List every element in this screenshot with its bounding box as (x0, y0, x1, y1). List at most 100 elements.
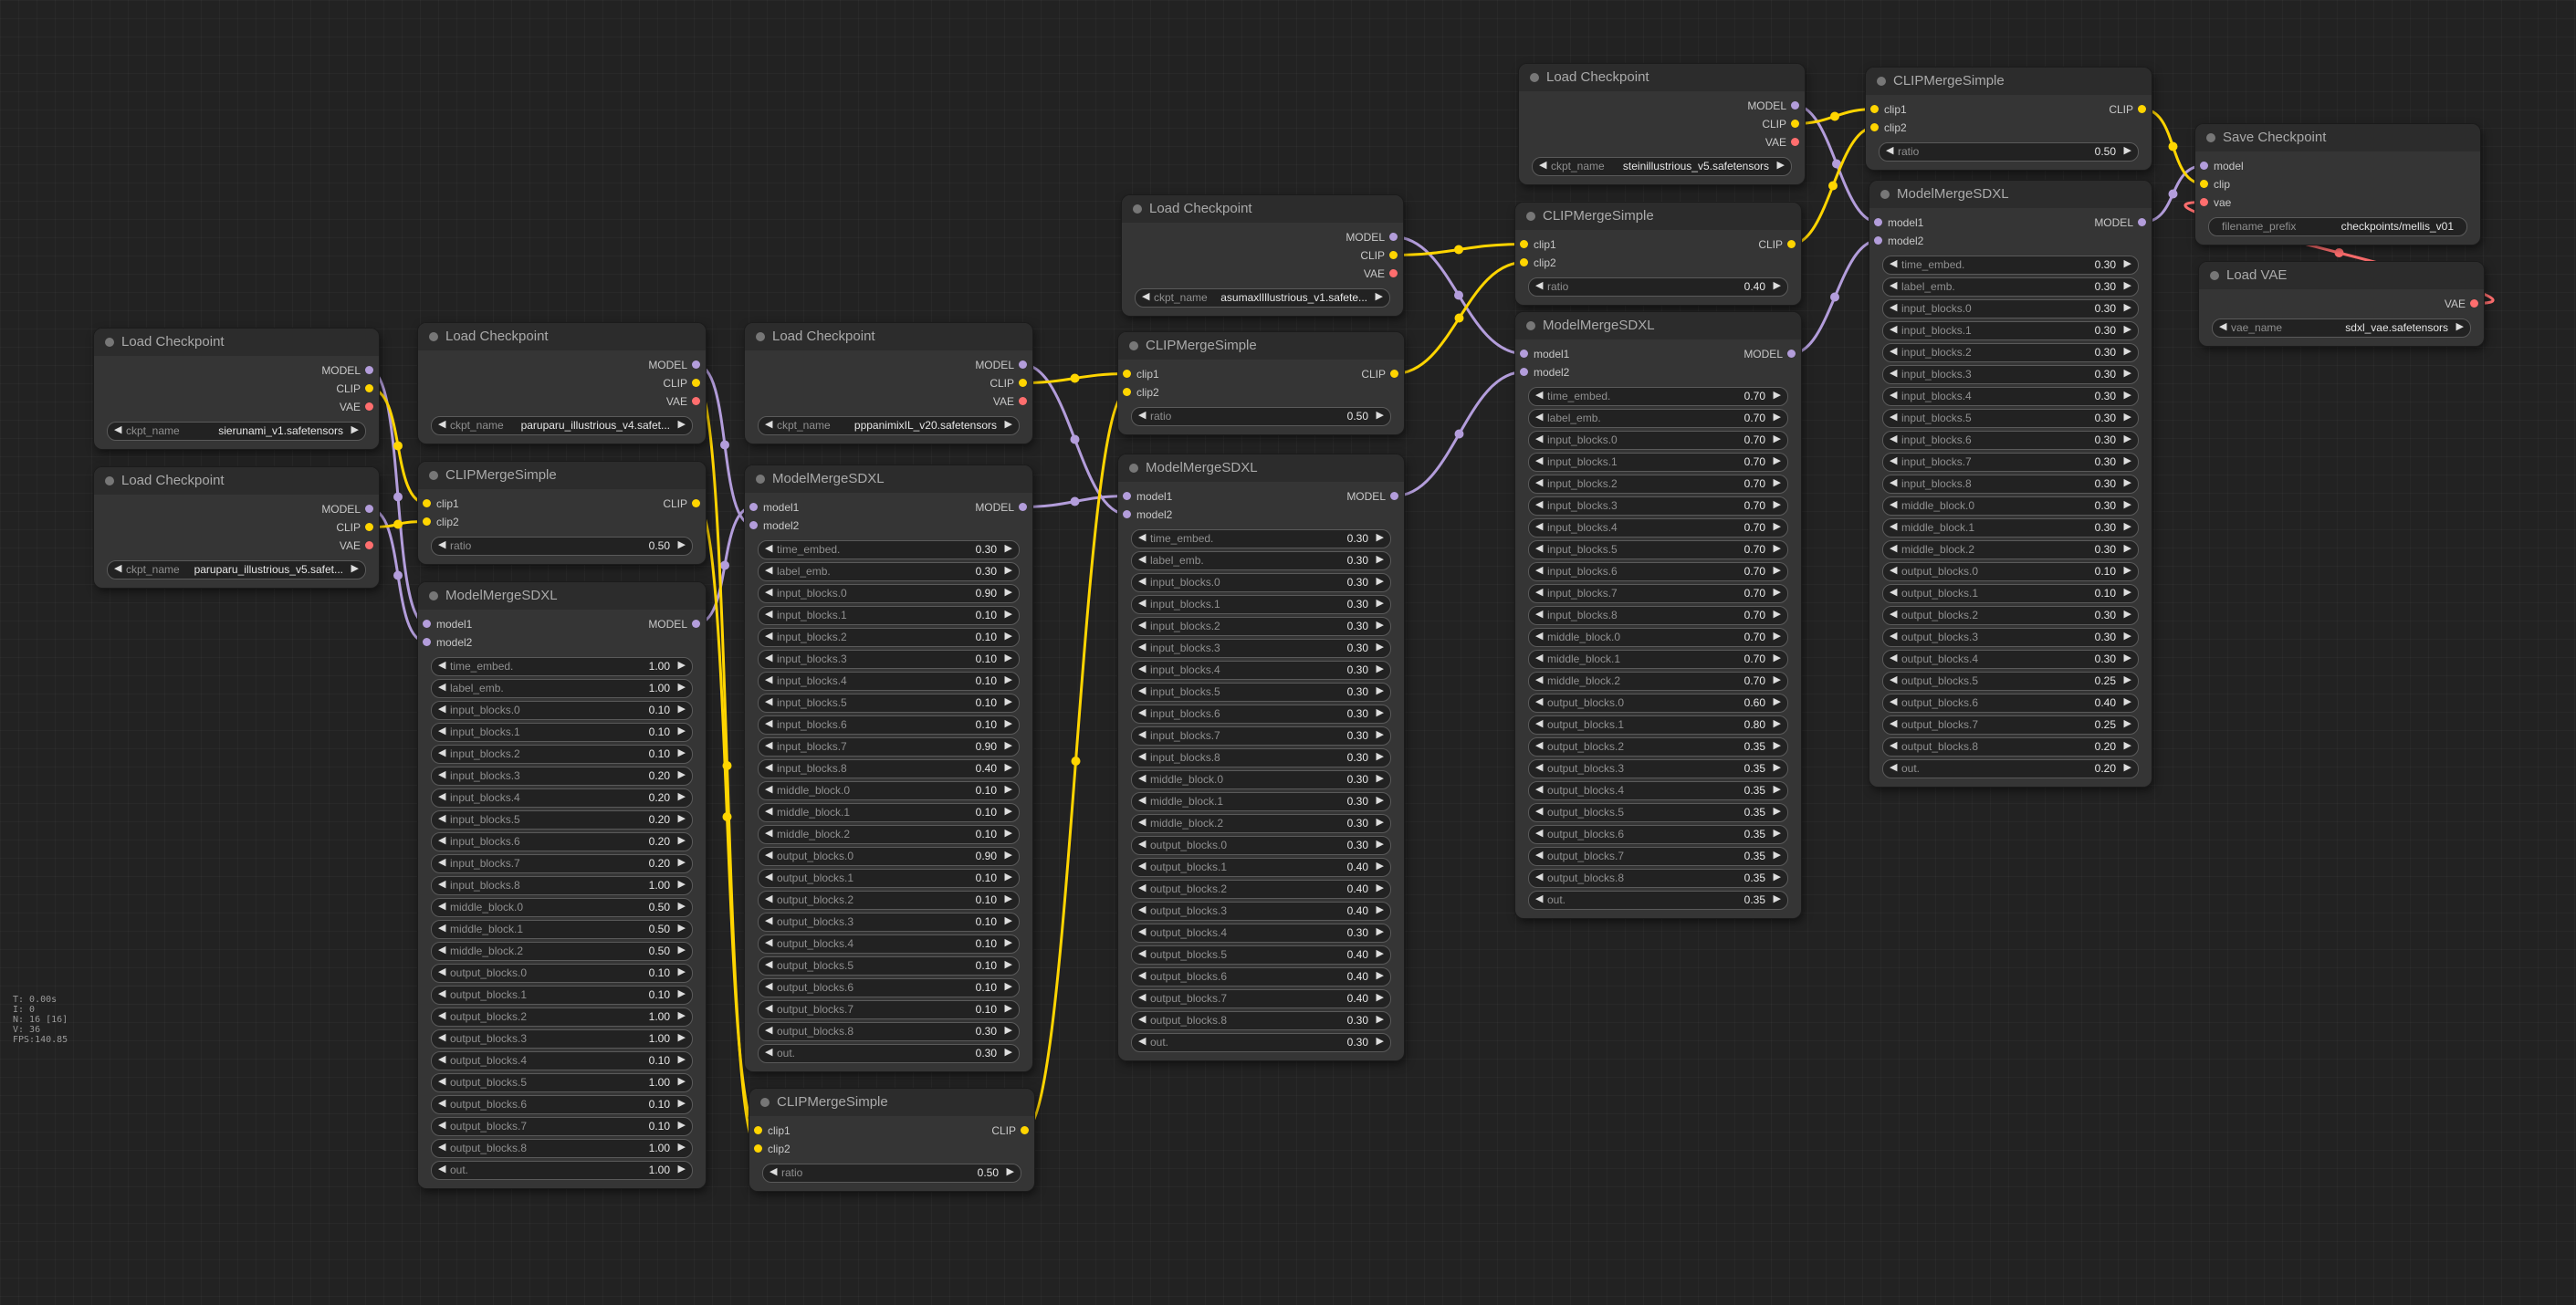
input-blocks-8-number-widget[interactable]: ◀ ▶ input_blocks.8 0.30 (1882, 475, 2139, 494)
filename-prefix-text-field[interactable]: filename_prefix checkpoints/mellis_v01 (2208, 217, 2467, 236)
slot-clip-icon[interactable] (423, 517, 431, 526)
increment-arrow-icon[interactable]: ▶ (678, 900, 686, 912)
slot-clip-icon[interactable] (2200, 180, 2208, 188)
node-title[interactable]: CLIPMergeSimple (1515, 203, 1801, 230)
ckpt-name-combo[interactable]: ◀ ▶ ckpt_name pppanimixIL_v20.safetensors (758, 416, 1020, 435)
increment-arrow-icon[interactable]: ▶ (678, 746, 686, 758)
decrement-arrow-icon[interactable]: ◀ (1890, 586, 1897, 598)
decrement-arrow-icon[interactable]: ◀ (1535, 893, 1543, 904)
slot-model-icon[interactable] (2138, 218, 2146, 226)
out-number-widget[interactable]: ◀ ▶ out. 1.00 (431, 1161, 693, 1180)
decrement-arrow-icon[interactable]: ◀ (438, 768, 445, 780)
increment-arrow-icon[interactable]: ▶ (1774, 783, 1781, 795)
input-blocks-3-number-widget[interactable]: ◀ ▶ input_blocks.3 0.30 (1882, 365, 2139, 384)
decrement-arrow-icon[interactable]: ◀ (438, 538, 445, 550)
output-slot-clip[interactable]: CLIP (1284, 246, 1403, 265)
decrement-arrow-icon[interactable]: ◀ (1890, 717, 1897, 729)
slot-clip-icon[interactable] (754, 1144, 762, 1153)
output-blocks-5-number-widget[interactable]: ◀ ▶ output_blocks.5 0.10 (758, 956, 1020, 976)
middle-block-2-number-widget[interactable]: ◀ ▶ middle_block.2 0.50 (431, 942, 693, 961)
increment-arrow-icon[interactable]: ▶ (678, 703, 686, 715)
increment-arrow-icon[interactable]: ▶ (2124, 673, 2131, 685)
input-blocks-0-number-widget[interactable]: ◀ ▶ input_blocks.0 0.70 (1528, 431, 1788, 450)
decrement-arrow-icon[interactable]: ◀ (438, 812, 445, 824)
middle-block-1-number-widget[interactable]: ◀ ▶ middle_block.1 0.30 (1131, 792, 1391, 811)
decrement-arrow-icon[interactable]: ◀ (765, 630, 772, 642)
slot-clip-icon[interactable] (692, 379, 700, 387)
ckpt-name-combo[interactable]: ◀ ▶ ckpt_name paruparu_illustrious_v5.safet… (107, 560, 366, 579)
decrement-arrow-icon[interactable]: ◀ (1138, 860, 1146, 872)
collapse-dot-icon[interactable] (105, 338, 114, 347)
increment-arrow-icon[interactable]: ▶ (1774, 454, 1781, 466)
clip-merge-simple-5[interactable]: CLIPMergeSimple clip1 clip2 CLIP ◀ ▶ ratio 0.50 (1866, 68, 2152, 170)
increment-arrow-icon[interactable]: ▶ (1377, 663, 1384, 674)
collapse-dot-icon[interactable] (429, 591, 438, 600)
decrement-arrow-icon[interactable]: ◀ (1138, 575, 1146, 587)
decrement-arrow-icon[interactable]: ◀ (438, 1141, 445, 1153)
load-checkpoint-paruparu-v5[interactable]: Load Checkpoint MODEL CLIP VAE ◀ ▶ ckpt_name pa… (94, 467, 379, 588)
decrement-arrow-icon[interactable]: ◀ (438, 790, 445, 802)
input-blocks-2-number-widget[interactable]: ◀ ▶ input_blocks.2 0.70 (1528, 475, 1788, 494)
decrement-arrow-icon[interactable]: ◀ (438, 418, 445, 430)
increment-arrow-icon[interactable]: ▶ (1377, 575, 1384, 587)
output-blocks-1-number-widget[interactable]: ◀ ▶ output_blocks.1 0.10 (758, 869, 1020, 888)
increment-arrow-icon[interactable]: ▶ (2124, 301, 2131, 313)
increment-arrow-icon[interactable]: ▶ (2124, 761, 2131, 773)
increment-arrow-icon[interactable]: ▶ (1774, 586, 1781, 598)
decrement-arrow-icon[interactable]: ◀ (1890, 433, 1897, 444)
increment-arrow-icon[interactable]: ▶ (678, 966, 686, 977)
increment-arrow-icon[interactable]: ▶ (1005, 914, 1012, 926)
decrement-arrow-icon[interactable]: ◀ (438, 878, 445, 890)
increment-arrow-icon[interactable]: ▶ (1377, 838, 1384, 850)
middle-block-2-number-widget[interactable]: ◀ ▶ middle_block.2 0.70 (1528, 672, 1788, 691)
output-blocks-2-number-widget[interactable]: ◀ ▶ output_blocks.2 0.35 (1528, 737, 1788, 757)
label-emb-number-widget[interactable]: ◀ ▶ label_emb. 0.70 (1528, 409, 1788, 428)
middle-block-1-number-widget[interactable]: ◀ ▶ middle_block.1 0.30 (1882, 518, 2139, 538)
middle-block-1-number-widget[interactable]: ◀ ▶ middle_block.1 0.50 (431, 920, 693, 939)
output-slot-clip[interactable]: CLIP (1682, 235, 1801, 254)
slot-model-icon[interactable] (2200, 162, 2208, 170)
decrement-arrow-icon[interactable]: ◀ (438, 834, 445, 846)
decrement-arrow-icon[interactable]: ◀ (1138, 597, 1146, 609)
input-blocks-1-number-widget[interactable]: ◀ ▶ input_blocks.1 0.70 (1528, 453, 1788, 472)
increment-arrow-icon[interactable]: ▶ (1774, 389, 1781, 401)
decrement-arrow-icon[interactable]: ◀ (438, 900, 445, 912)
slot-clip-icon[interactable] (754, 1126, 762, 1134)
increment-arrow-icon[interactable]: ▶ (1005, 1024, 1012, 1036)
input-blocks-0-number-widget[interactable]: ◀ ▶ input_blocks.0 0.30 (1131, 573, 1391, 592)
increment-arrow-icon[interactable]: ▶ (1774, 761, 1781, 773)
output-slot-model[interactable]: MODEL (587, 356, 706, 374)
input-blocks-3-number-widget[interactable]: ◀ ▶ input_blocks.3 0.20 (431, 767, 693, 786)
load-checkpoint-steinillustrious[interactable]: Load Checkpoint MODEL CLIP VAE ◀ ▶ ckpt_name st… (1519, 64, 1805, 184)
increment-arrow-icon[interactable]: ▶ (678, 1009, 686, 1021)
slot-clip-icon[interactable] (1520, 240, 1528, 248)
clip-merge-simple-1[interactable]: CLIPMergeSimple clip1 clip2 CLIP ◀ ▶ ratio 0.50 (418, 462, 706, 564)
increment-arrow-icon[interactable]: ▶ (2124, 389, 2131, 401)
increment-arrow-icon[interactable]: ▶ (2124, 739, 2131, 751)
label-emb-number-widget[interactable]: ◀ ▶ label_emb. 0.30 (1131, 551, 1391, 570)
increment-arrow-icon[interactable]: ▶ (1377, 1035, 1384, 1047)
increment-arrow-icon[interactable]: ▶ (1377, 409, 1384, 421)
decrement-arrow-icon[interactable]: ◀ (438, 1009, 445, 1021)
decrement-arrow-icon[interactable]: ◀ (1535, 717, 1543, 729)
decrement-arrow-icon[interactable]: ◀ (2219, 320, 2226, 332)
decrement-arrow-icon[interactable]: ◀ (1890, 652, 1897, 663)
input-blocks-2-number-widget[interactable]: ◀ ▶ input_blocks.2 0.10 (431, 745, 693, 764)
slot-model-icon[interactable] (692, 620, 700, 628)
node-title[interactable]: CLIPMergeSimple (1866, 68, 2152, 95)
input-blocks-0-number-widget[interactable]: ◀ ▶ input_blocks.0 0.90 (758, 584, 1020, 603)
decrement-arrow-icon[interactable]: ◀ (438, 659, 445, 671)
output-blocks-8-number-widget[interactable]: ◀ ▶ output_blocks.8 0.35 (1528, 869, 1788, 888)
increment-arrow-icon[interactable]: ▶ (678, 944, 686, 955)
increment-arrow-icon[interactable]: ▶ (1377, 947, 1384, 959)
increment-arrow-icon[interactable]: ▶ (1005, 871, 1012, 882)
decrement-arrow-icon[interactable]: ◀ (114, 423, 121, 435)
collapse-dot-icon[interactable] (1526, 321, 1535, 330)
increment-arrow-icon[interactable]: ▶ (1005, 608, 1012, 620)
slot-clip-icon[interactable] (1021, 1126, 1029, 1134)
decrement-arrow-icon[interactable]: ◀ (1138, 531, 1146, 543)
collapse-dot-icon[interactable] (1880, 190, 1890, 199)
decrement-arrow-icon[interactable]: ◀ (765, 1002, 772, 1014)
vae-name-combo[interactable]: ◀ ▶ vae_name sdxl_vae.safetensors (2212, 318, 2471, 338)
output-slot-vae[interactable]: VAE (260, 398, 379, 416)
